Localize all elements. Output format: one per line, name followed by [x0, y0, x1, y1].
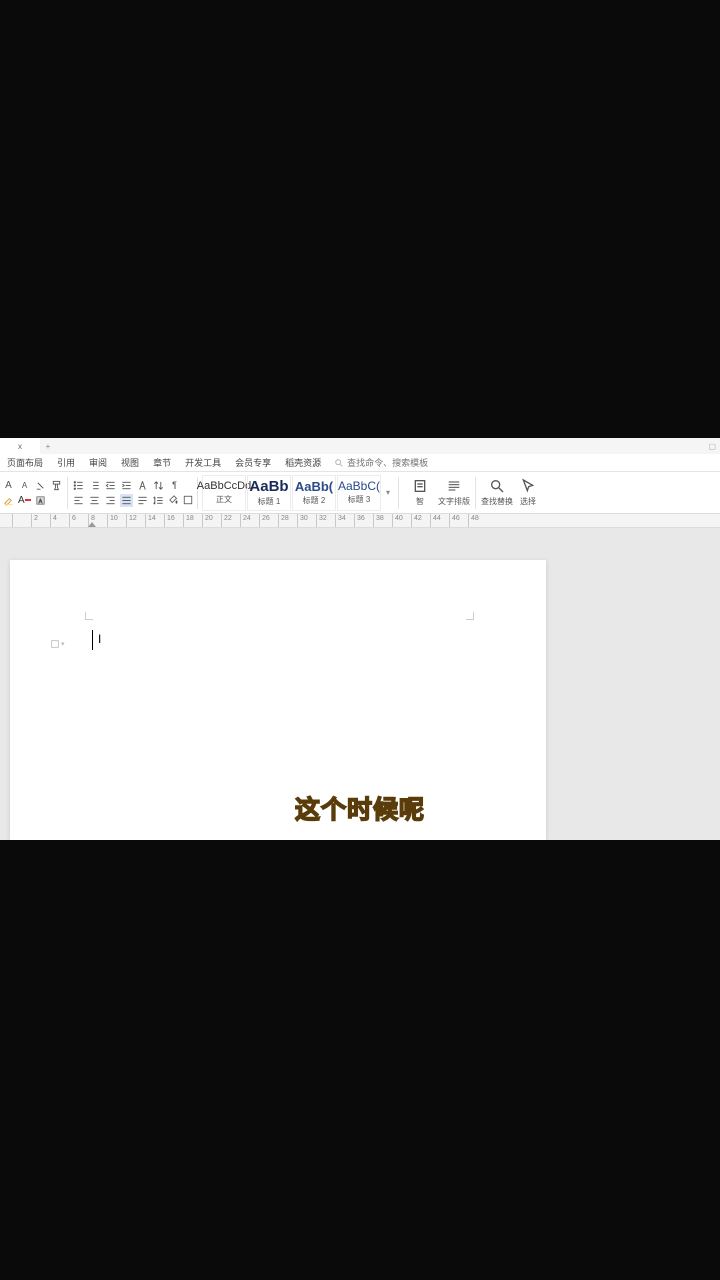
- font-group: A A A A: [2, 479, 63, 507]
- ruler-tick: 30: [297, 514, 316, 527]
- smart-format-button[interactable]: 智: [403, 475, 437, 511]
- margin-corner-tr: [466, 612, 474, 620]
- ribbon-separator: [67, 477, 68, 509]
- word-processor-window: x + ▢ 页面布局 引用 审阅 视图 章节 开发工具 会员专享 稻壳资源 A …: [0, 438, 720, 840]
- svg-text:A: A: [39, 498, 43, 504]
- menu-page-layout[interactable]: 页面布局: [0, 456, 50, 469]
- window-maximize-icon[interactable]: ▢: [704, 442, 720, 451]
- style-heading-1[interactable]: AaBb 标题 1: [247, 475, 291, 511]
- smart-format-icon: [412, 478, 428, 494]
- ribbon-separator: [398, 477, 399, 509]
- menu-dev-tools[interactable]: 开发工具: [178, 456, 228, 469]
- style-gallery: AaBbCcDd 正文 AaBb 标题 1 AaBb( 标题 2 AaBbC( …: [202, 475, 394, 511]
- borders-button[interactable]: [182, 494, 193, 507]
- text-tools-button[interactable]: 文字排版: [437, 475, 471, 511]
- style-gallery-more-button[interactable]: ▾: [382, 475, 394, 511]
- show-marks-button[interactable]: ¶: [168, 479, 181, 492]
- horizontal-ruler[interactable]: 2468101214161820222426283032343638404244…: [0, 514, 720, 528]
- find-replace-button[interactable]: 查找替换: [480, 475, 514, 511]
- select-button[interactable]: 选择: [514, 475, 542, 511]
- ruler-tick: 40: [392, 514, 411, 527]
- cursor-icon: [520, 478, 536, 494]
- line-spacing-button[interactable]: [152, 494, 165, 507]
- style-normal[interactable]: AaBbCcDd 正文: [202, 475, 246, 511]
- align-distribute-button[interactable]: [136, 494, 149, 507]
- ruler-tick: 6: [69, 514, 88, 527]
- style-heading-2[interactable]: AaBb( 标题 2: [292, 475, 336, 511]
- ruler-tick: 46: [449, 514, 468, 527]
- menu-member[interactable]: 会员专享: [228, 456, 278, 469]
- ribbon-separator: [475, 477, 476, 509]
- ruler-tick: 34: [335, 514, 354, 527]
- increase-indent-button[interactable]: [120, 479, 133, 492]
- ruler-tick: 48: [468, 514, 487, 527]
- ruler-tick: 24: [240, 514, 259, 527]
- chevron-down-icon: ▾: [61, 640, 65, 648]
- menu-bar: 页面布局 引用 审阅 视图 章节 开发工具 会员专享 稻壳资源: [0, 454, 720, 472]
- decrease-indent-button[interactable]: [104, 479, 117, 492]
- ruler-tick: 44: [430, 514, 449, 527]
- menu-resources[interactable]: 稻壳资源: [278, 456, 328, 469]
- ruler-tick: 20: [202, 514, 221, 527]
- menu-view[interactable]: 视图: [114, 456, 146, 469]
- ruler-tick: 14: [145, 514, 164, 527]
- shading-button[interactable]: [168, 494, 179, 507]
- ruler-tick: 16: [164, 514, 183, 527]
- ruler-tick: [12, 514, 31, 527]
- ruler-tick: 18: [183, 514, 202, 527]
- ruler-tick: 22: [221, 514, 240, 527]
- font-color-button[interactable]: A: [18, 494, 31, 507]
- sort-button[interactable]: [152, 479, 165, 492]
- style-heading-3[interactable]: AaBbC( 标题 3: [337, 475, 381, 511]
- paragraph-group: ¶: [72, 479, 193, 507]
- ruler-tick: 32: [316, 514, 335, 527]
- ruler-tick: 2: [31, 514, 50, 527]
- numbered-list-button[interactable]: [88, 479, 101, 492]
- align-justify-button[interactable]: [120, 494, 133, 507]
- highlight-color-button[interactable]: [2, 494, 15, 507]
- menu-review[interactable]: 审阅: [82, 456, 114, 469]
- font-size-increase-button[interactable]: A: [2, 479, 15, 492]
- menu-section[interactable]: 章节: [146, 456, 178, 469]
- ruler-tick: 26: [259, 514, 278, 527]
- text-cursor: [92, 630, 93, 650]
- document-page[interactable]: ▾ I: [10, 560, 546, 840]
- ruler-tick: 42: [411, 514, 430, 527]
- document-tab[interactable]: x: [0, 438, 40, 454]
- clear-formatting-button[interactable]: [34, 479, 47, 492]
- paragraph-options-button[interactable]: ▾: [50, 638, 66, 650]
- align-right-button[interactable]: [104, 494, 117, 507]
- ruler-tick: 36: [354, 514, 373, 527]
- bullet-list-button[interactable]: [72, 479, 85, 492]
- command-search-input[interactable]: [347, 458, 447, 468]
- search-icon: [489, 478, 505, 494]
- font-size-decrease-button[interactable]: A: [18, 479, 31, 492]
- character-shading-button[interactable]: A: [34, 494, 47, 507]
- align-left-button[interactable]: [72, 494, 85, 507]
- new-tab-button[interactable]: +: [40, 438, 56, 454]
- ruler-tick: 12: [126, 514, 145, 527]
- ruler-tick: 28: [278, 514, 297, 527]
- ruler-tick: 10: [107, 514, 126, 527]
- video-subtitle: 这个时候呢: [295, 790, 425, 826]
- ibeam-cursor-icon: I: [98, 632, 101, 646]
- document-tabbar: x + ▢: [0, 438, 720, 454]
- asian-layout-button[interactable]: [136, 479, 149, 492]
- format-painter-button[interactable]: [50, 479, 63, 492]
- ruler-tick: 4: [50, 514, 69, 527]
- text-tools-icon: [446, 478, 462, 494]
- ribbon-toolbar: A A A A ¶: [0, 472, 720, 514]
- command-search[interactable]: [334, 458, 447, 468]
- align-center-button[interactable]: [88, 494, 101, 507]
- margin-corner-tl: [85, 612, 93, 620]
- menu-references[interactable]: 引用: [50, 456, 82, 469]
- search-icon: [334, 458, 344, 468]
- ruler-tick: 38: [373, 514, 392, 527]
